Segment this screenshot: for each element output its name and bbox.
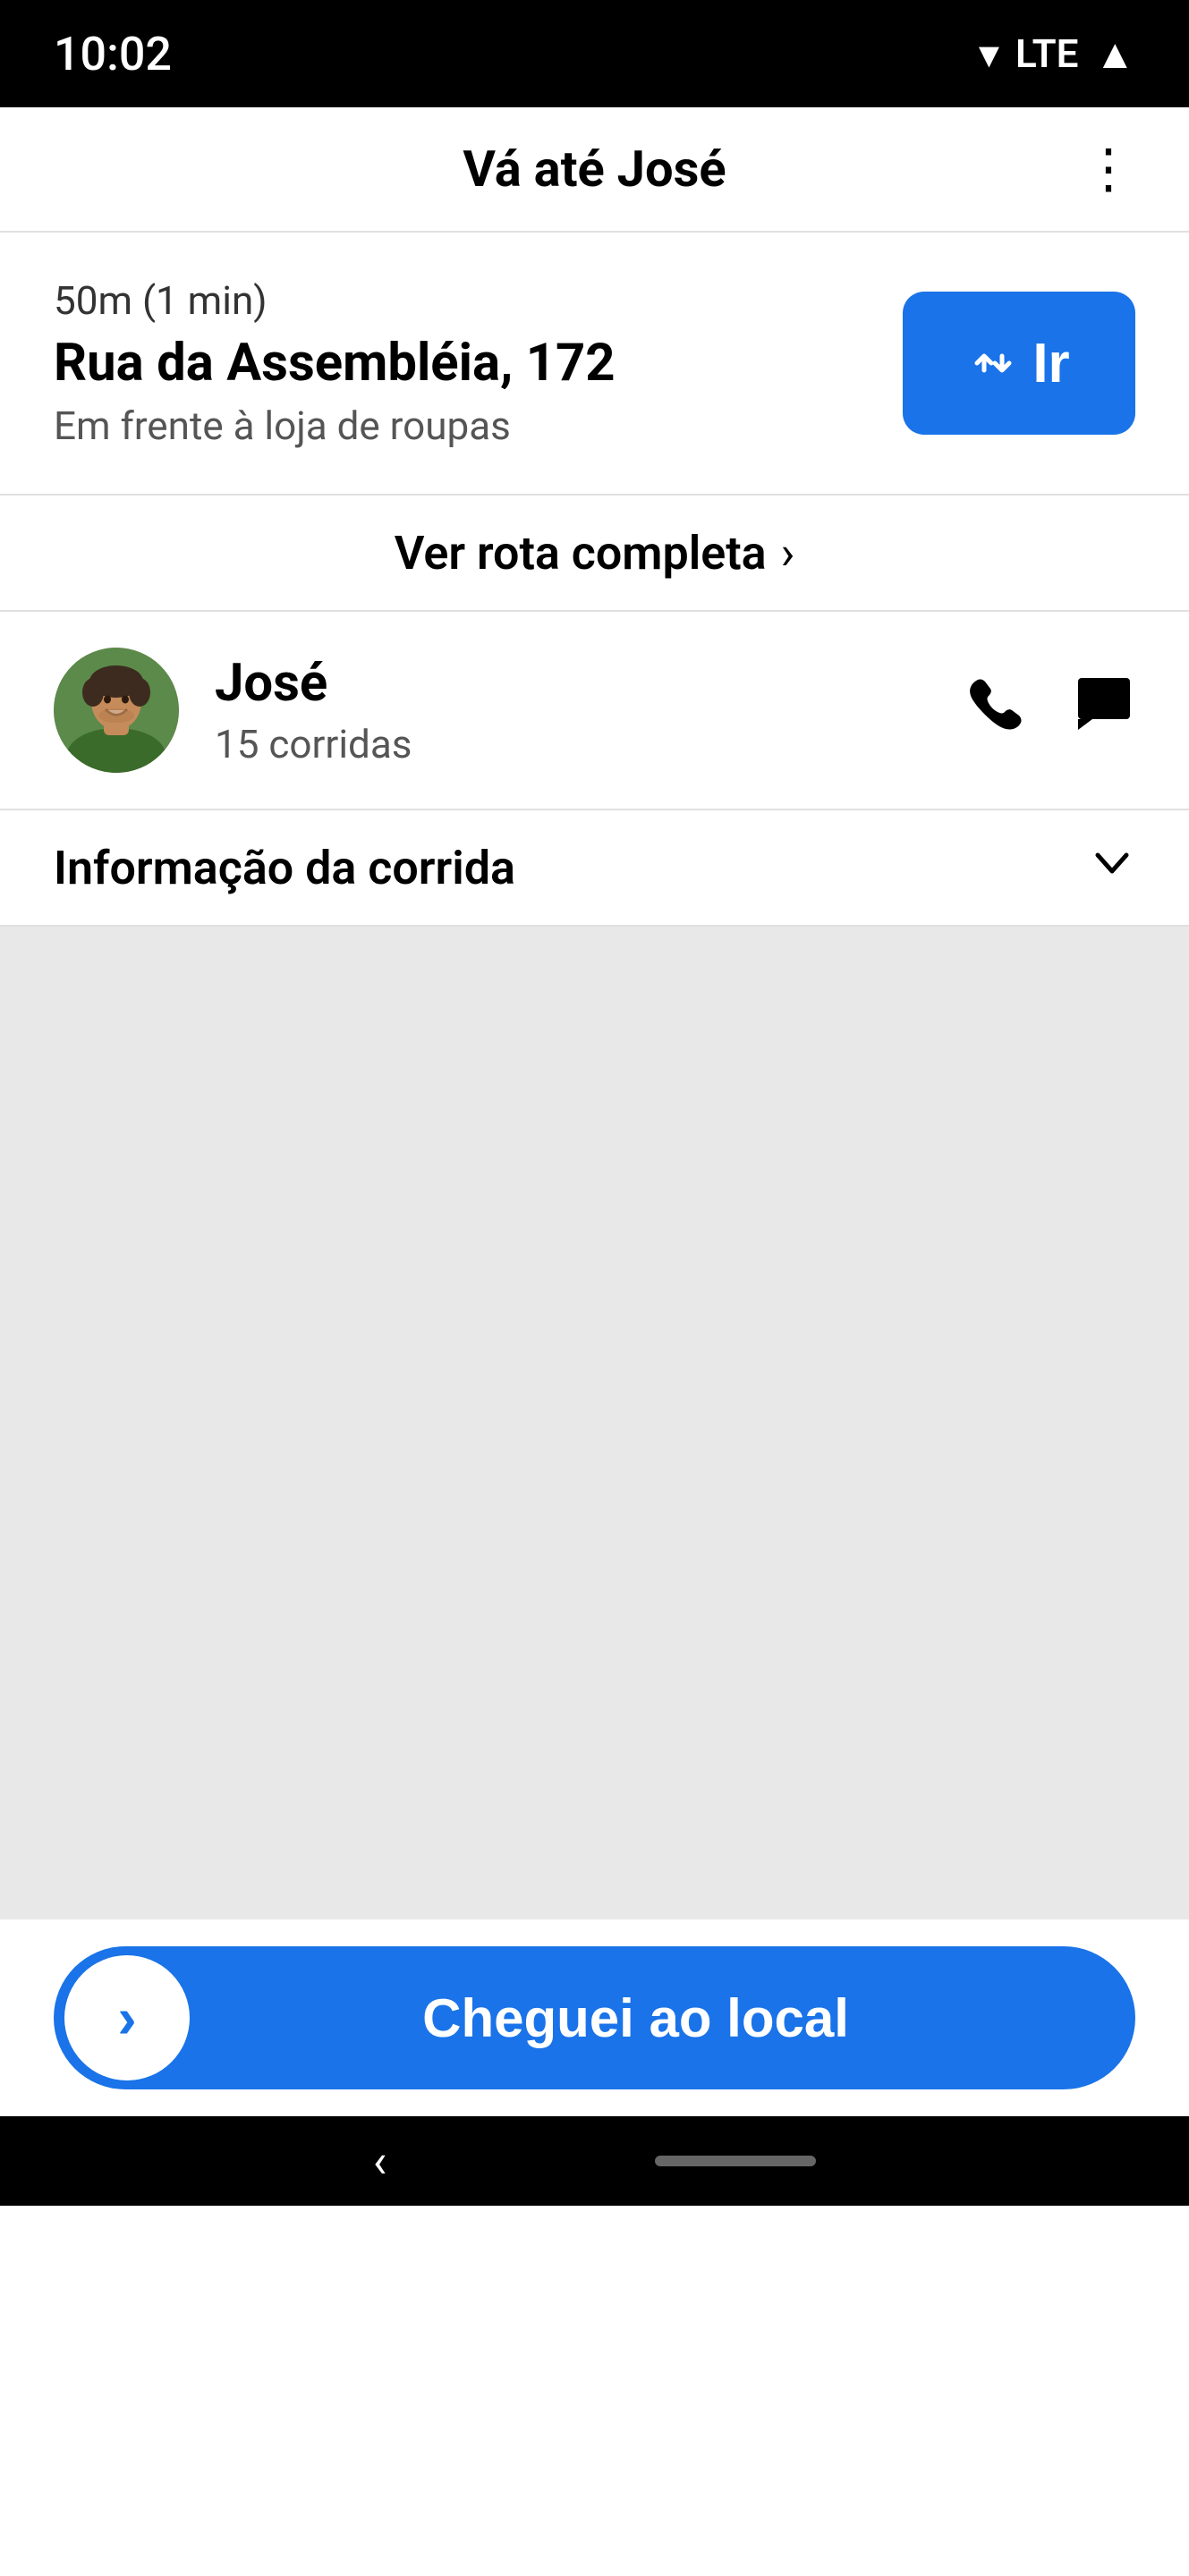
map-area[interactable] (0, 927, 1189, 1919)
location-info: 50m (1 min) Rua da Assembléia, 172 Em fr… (54, 277, 867, 449)
home-indicator[interactable] (655, 2156, 816, 2166)
wifi-icon: ▾ (979, 30, 999, 79)
more-menu-button[interactable]: ⋮ (1082, 142, 1135, 196)
contact-name: José (215, 653, 965, 714)
status-bar: 10:02 ▾ LTE ▲ (0, 0, 1189, 107)
signal-icon: ▲ (1094, 30, 1135, 79)
lte-label: LTE (1015, 30, 1079, 77)
page-title: Vá até José (463, 140, 726, 199)
back-button[interactable]: ‹ (373, 2134, 387, 2189)
contact-section: José 15 corridas (0, 612, 1189, 810)
location-distance: 50m (1 min) (54, 277, 867, 324)
route-label: Ver rota completa (395, 526, 767, 580)
status-time: 10:02 (54, 27, 172, 81)
location-hint: Em frente à loja de roupas (54, 402, 867, 449)
arrive-arrow-icon: › (117, 1985, 136, 2051)
go-button-label: Ir (1032, 332, 1069, 395)
contact-actions (965, 671, 1135, 750)
info-chevron-icon (1089, 839, 1135, 897)
avatar-image (54, 648, 179, 773)
chevron-down-icon (1089, 839, 1135, 886)
route-section[interactable]: Ver rota completa › (0, 496, 1189, 612)
contact-info: José 15 corridas (215, 653, 965, 767)
arrive-button-label: Cheguei ao local (190, 1987, 1135, 2049)
call-button[interactable] (965, 671, 1028, 750)
route-arrows-icon (968, 338, 1018, 388)
location-address: Rua da Assembléia, 172 (54, 333, 867, 394)
contact-rides: 15 corridas (215, 721, 965, 767)
location-section: 50m (1 min) Rua da Assembléia, 172 Em fr… (0, 233, 1189, 496)
ride-info-label: Informação da corrida (54, 841, 1089, 895)
phone-icon (965, 671, 1028, 733)
ride-info-section[interactable]: Informação da corrida (0, 810, 1189, 927)
header: Vá até José ⋮ (0, 107, 1189, 233)
nav-bar: ‹ (0, 2116, 1189, 2206)
arrive-button-circle: › (64, 1955, 190, 2080)
message-button[interactable] (1073, 671, 1135, 750)
route-chevron-icon: › (781, 526, 795, 580)
status-icons: ▾ LTE ▲ (979, 30, 1135, 79)
message-icon (1073, 671, 1135, 733)
bottom-bar: › Cheguei ao local (0, 1919, 1189, 2116)
arrive-button[interactable]: › Cheguei ao local (54, 1946, 1135, 2089)
avatar (54, 648, 179, 773)
go-button[interactable]: Ir (903, 292, 1135, 435)
